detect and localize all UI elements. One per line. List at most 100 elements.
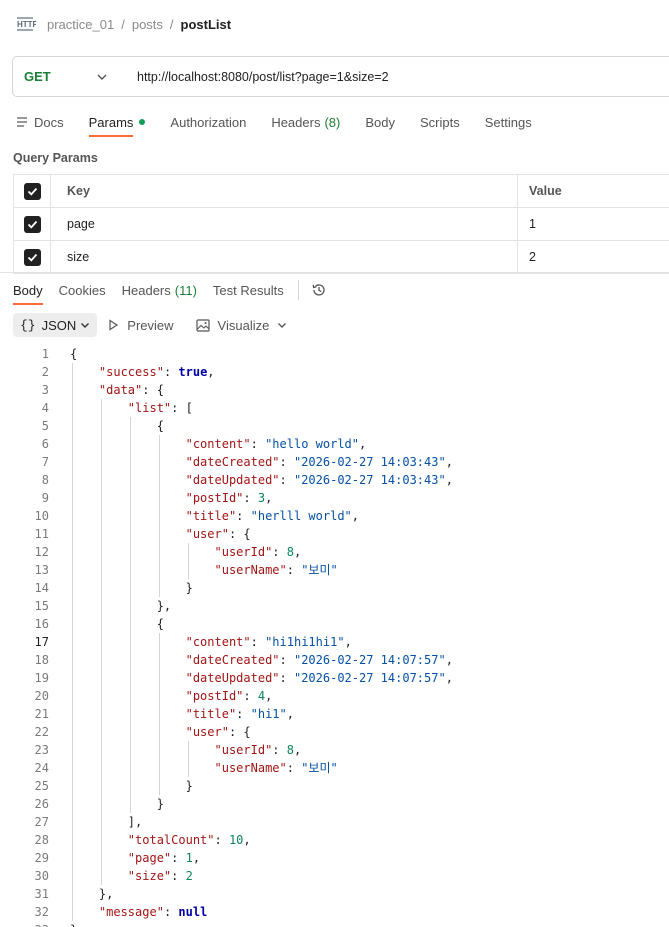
breadcrumb-folder[interactable]: posts <box>132 17 163 32</box>
code-text: "totalCount": 10, <box>127 833 251 847</box>
tab-label: Headers <box>271 114 321 130</box>
indent-guide <box>129 417 131 813</box>
tab-label: Body <box>13 282 43 298</box>
image-icon <box>195 318 210 332</box>
line-number: 19 <box>34 671 49 685</box>
chevron-down-icon <box>97 74 107 80</box>
braces-icon: {} <box>20 317 36 333</box>
param-value[interactable]: 2 <box>518 241 669 273</box>
tab-label: Params <box>88 114 134 130</box>
code-line: 1{ <box>0 345 669 363</box>
line-number: 26 <box>34 797 49 811</box>
line-number: 22 <box>34 725 49 739</box>
code-text: "title": "herlll world", <box>185 509 360 523</box>
breadcrumb-collection[interactable]: practice_01 <box>47 17 114 32</box>
param-check-cell <box>13 208 51 240</box>
line-number: 10 <box>34 509 49 523</box>
response-tab-test-results[interactable]: Test Results <box>213 283 284 298</box>
param-key[interactable]: size <box>51 241 518 273</box>
format-select[interactable]: {} JSON <box>13 313 98 337</box>
line-number: 9 <box>41 491 49 505</box>
code-text: ], <box>70 815 143 829</box>
code-text: }, <box>70 887 114 901</box>
code-text: "data": { <box>98 383 164 397</box>
param-value[interactable]: 1 <box>518 208 669 240</box>
line-number: 13 <box>34 563 49 577</box>
line-number: 33 <box>0 921 49 927</box>
param-key[interactable]: page <box>51 208 518 240</box>
response-tabs: Body Cookies Headers (11) Test Results <box>13 280 327 305</box>
line-number: 30 <box>34 869 49 883</box>
format-label: JSON <box>41 317 77 333</box>
column-header-key: Key <box>51 175 518 207</box>
headers-count: (8) <box>324 114 341 130</box>
code-text: "size": 2 <box>127 869 193 883</box>
tab-body[interactable]: Body <box>365 115 395 130</box>
preview-button[interactable]: Preview <box>107 317 174 333</box>
tab-label: Scripts <box>419 114 460 130</box>
tab-label: Headers <box>121 282 171 298</box>
method-select[interactable]: GET <box>13 57 123 96</box>
code-text: "user": { <box>185 527 251 541</box>
breadcrumb-request-name[interactable]: postList <box>181 17 232 32</box>
code-text: "dateUpdated": "2026-02-27 14:07:57", <box>185 671 453 685</box>
response-tab-headers[interactable]: Headers (11) <box>122 283 197 298</box>
chevron-down-icon <box>81 323 90 328</box>
tab-label: Settings <box>484 114 532 130</box>
code-line: 33} <box>0 921 669 927</box>
code-text: "message": null <box>98 905 208 919</box>
code-text: "dateCreated": "2026-02-27 14:07:57", <box>185 653 453 667</box>
history-icon[interactable] <box>311 282 327 298</box>
tab-params[interactable]: Params <box>88 114 146 137</box>
tab-label: Body <box>365 114 395 130</box>
tab-label: Docs <box>34 114 64 130</box>
code-text: "content": "hi1hi1hi1", <box>185 635 352 649</box>
url-input[interactable] <box>123 57 669 96</box>
http-request-icon: HTTP <box>17 17 36 31</box>
visualize-button[interactable]: Visualize <box>195 318 269 333</box>
param-row: page 1 <box>13 208 669 241</box>
chevron-down-icon[interactable] <box>277 320 287 330</box>
tab-scripts[interactable]: Scripts <box>420 115 460 130</box>
indent-guide <box>187 543 189 579</box>
param-checkbox[interactable] <box>23 248 41 266</box>
column-header-value: Value <box>529 184 562 198</box>
response-tab-body[interactable]: Body <box>13 282 43 305</box>
line-number: 25 <box>34 779 49 793</box>
line-number: 23 <box>34 743 49 757</box>
code-text: } <box>70 581 193 595</box>
line-number: 2 <box>41 365 49 379</box>
code-text: "user": { <box>185 725 251 739</box>
line-number: 14 <box>34 581 49 595</box>
tab-label: Cookies <box>58 282 106 298</box>
code-text: "title": "hi1", <box>185 707 294 721</box>
code-text: } <box>70 779 193 793</box>
line-number: 12 <box>34 545 49 559</box>
breadcrumb-separator: / <box>121 16 125 32</box>
url-bar: GET <box>12 56 669 97</box>
code-text: { <box>70 617 164 631</box>
preview-label: Preview <box>127 317 174 333</box>
tab-headers[interactable]: Headers (8) <box>271 115 340 130</box>
code-line: 32 "message": null <box>0 903 669 921</box>
code-text: "userId": 8, <box>214 743 302 757</box>
docs-icon <box>17 117 27 127</box>
tab-label: Test Results <box>212 282 284 298</box>
param-check-cell <box>13 241 51 273</box>
param-checkbox[interactable] <box>23 215 41 233</box>
params-header-row: Key Value <box>13 175 669 208</box>
tab-settings[interactable]: Settings <box>485 115 532 130</box>
code-text: "userId": 8, <box>214 545 302 559</box>
tab-authorization[interactable]: Authorization <box>170 115 246 130</box>
response-tab-cookies[interactable]: Cookies <box>59 283 106 298</box>
select-all-checkbox[interactable] <box>23 182 41 200</box>
response-body-viewer[interactable]: 1{2 "success": true, 3 "data": {4 "list":… <box>0 345 669 927</box>
line-number: 1 <box>41 347 49 361</box>
line-number: 11 <box>34 527 49 541</box>
tab-docs[interactable]: Docs <box>16 115 64 130</box>
svg-text:HTTP: HTTP <box>17 20 36 29</box>
line-number: 7 <box>41 455 49 469</box>
code-line: 3 "data": { <box>0 381 669 399</box>
code-text: "dateCreated": "2026-02-27 14:03:43", <box>185 455 453 469</box>
line-number: 21 <box>34 707 49 721</box>
